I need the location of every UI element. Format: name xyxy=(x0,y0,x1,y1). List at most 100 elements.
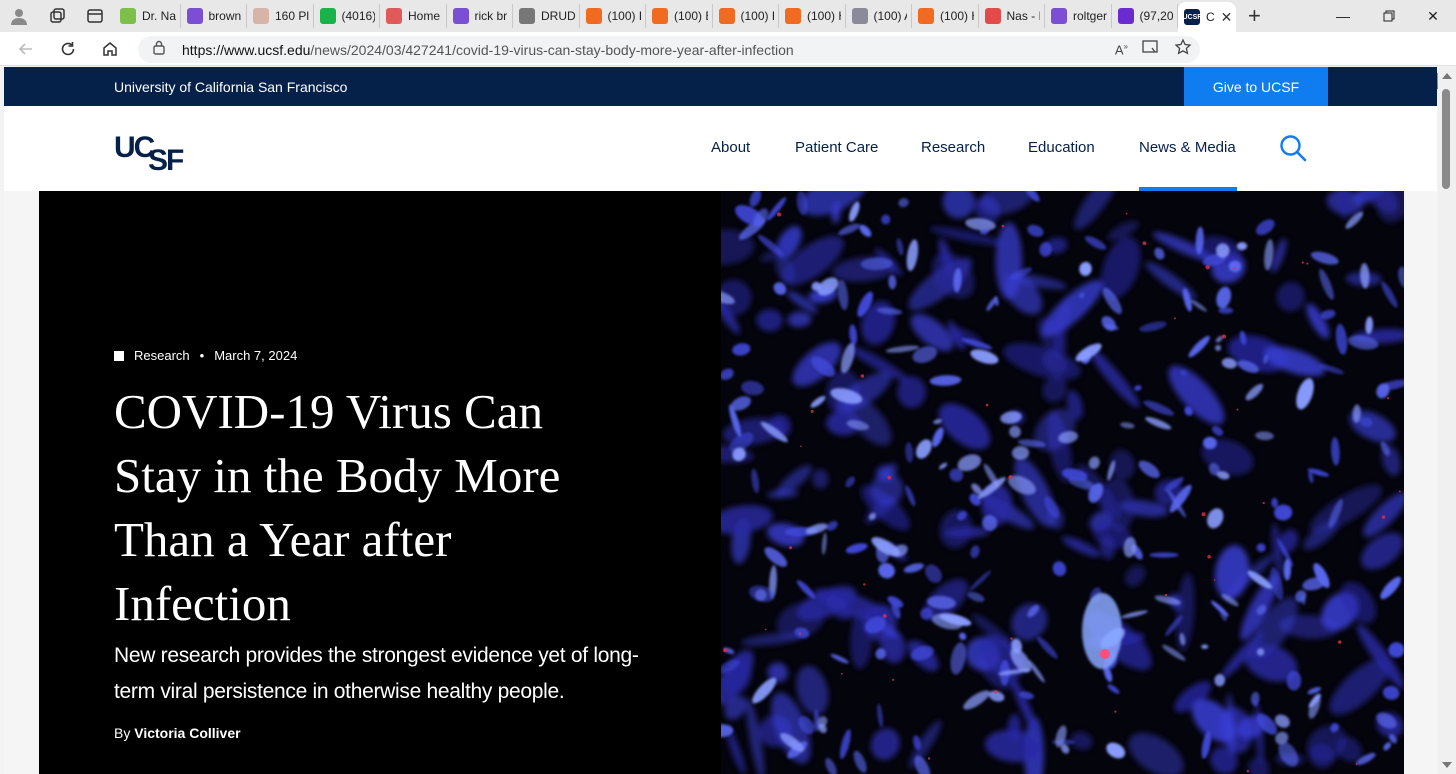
url-text: https://www.ucsf.edu/news/2024/03/427241… xyxy=(182,41,794,58)
tab-favicon-icon xyxy=(984,8,1001,24)
browser-tab[interactable]: rick br xyxy=(447,4,513,28)
tab-favicon-icon xyxy=(652,8,668,24)
tab-favicon-icon xyxy=(120,8,136,24)
tab-label: C xyxy=(1206,10,1215,24)
new-tab-button[interactable]: + xyxy=(1236,0,1272,32)
nav-news-media[interactable]: News & Media xyxy=(1139,139,1236,156)
meta-separator: • xyxy=(199,348,205,363)
tab-label: (100) A xyxy=(873,9,908,23)
article-meta: Research • March 7, 2024 xyxy=(114,348,297,363)
byline: By Victoria Colliver xyxy=(114,725,241,741)
category-square-icon xyxy=(114,350,124,361)
browser-tab[interactable]: (100) A xyxy=(846,4,912,28)
tab-label: Home xyxy=(408,9,441,23)
tab-label: (97,20 xyxy=(1139,9,1174,23)
article-date: March 7, 2024 xyxy=(214,348,298,363)
browser-tab[interactable]: (100) H xyxy=(580,4,646,28)
tab-favicon-icon xyxy=(851,8,868,24)
tab-favicon-icon xyxy=(1051,8,1067,24)
tab-label: Nas - I xyxy=(1006,9,1041,23)
browser-tab[interactable]: Home xyxy=(380,4,447,28)
nav-education[interactable]: Education xyxy=(1028,139,1095,156)
article-subtitle: New research provides the strongest evid… xyxy=(114,644,639,703)
tab-label: roltger xyxy=(1073,9,1107,23)
tab-label: rick br xyxy=(474,9,508,23)
tab-favicon-icon xyxy=(253,8,269,24)
tab-label: 160 Pl xyxy=(275,9,309,23)
browser-tab[interactable]: (100) H xyxy=(779,4,846,28)
tab-label: (4016) xyxy=(341,9,376,23)
tab-label: (100) H xyxy=(807,9,841,23)
tab-list: Dr. Na brown 160 Pl (4016) Home rick br DRUD (1… xyxy=(114,0,1178,32)
workspaces-icon[interactable] xyxy=(38,0,76,32)
tab-label: DRUD xyxy=(541,9,575,23)
utility-bar: University of California San Francisco G… xyxy=(4,67,1437,106)
byline-prefix: By xyxy=(114,725,131,741)
lock-icon[interactable] xyxy=(152,39,168,60)
article-title: COVID-19 Virus Can Stay in the Body More… xyxy=(114,384,561,631)
close-tab-icon[interactable]: ✕ xyxy=(1221,9,1233,26)
favorite-star-icon[interactable] xyxy=(1174,38,1192,61)
browser-tab[interactable]: (97,20 xyxy=(1112,4,1178,28)
tab-label: brown xyxy=(208,9,242,23)
tab-label: (100) H xyxy=(740,9,775,23)
scroll-up-icon[interactable] xyxy=(1442,73,1452,79)
tab-favicon-icon xyxy=(186,8,203,24)
browser-tab[interactable]: (100) H xyxy=(912,4,979,28)
category-link[interactable]: Research xyxy=(134,348,190,363)
back-button[interactable] xyxy=(5,32,47,66)
give-button[interactable]: Give to UCSF xyxy=(1184,67,1328,106)
browser-tab[interactable]: DRUD xyxy=(513,4,580,28)
restore-icon[interactable] xyxy=(1366,0,1412,32)
university-link[interactable]: University of California San Francisco xyxy=(114,79,347,95)
web-page: University of California San Francisco G… xyxy=(4,67,1437,774)
tab-label: (100) E xyxy=(674,9,708,23)
search-icon[interactable] xyxy=(1278,133,1308,163)
nav-research[interactable]: Research xyxy=(921,139,985,156)
tab-active[interactable]: UCSF C ✕ xyxy=(1178,2,1237,32)
tab-favicon-icon xyxy=(918,8,934,24)
minimize-icon[interactable]: — xyxy=(1320,0,1366,32)
ucsf-favicon-icon: UCSF xyxy=(1182,9,1202,25)
browser-tab[interactable]: roltger xyxy=(1045,4,1112,28)
hero-microscopy-image xyxy=(721,191,1404,774)
tab-favicon-icon xyxy=(585,8,602,24)
browser-tab[interactable]: (100) E xyxy=(646,4,713,28)
address-bar[interactable]: https://www.ucsf.edu/news/2024/03/427241… xyxy=(138,36,1200,63)
browser-tab[interactable]: (4016) xyxy=(314,4,380,28)
profile-icon[interactable] xyxy=(0,0,38,32)
tab-favicon-icon xyxy=(452,8,469,24)
tab-favicon-icon xyxy=(1117,8,1134,24)
scrollbar-thumb[interactable] xyxy=(1442,89,1450,189)
page-scrollbar[interactable] xyxy=(1438,67,1456,774)
browser-tab[interactable]: (100) H xyxy=(713,4,779,28)
immersive-reader-icon[interactable] xyxy=(1142,39,1160,60)
home-button[interactable] xyxy=(89,32,131,66)
browser-tab[interactable]: 160 Pl xyxy=(247,4,314,28)
site-header: UC SF About Patient Care Research Educat… xyxy=(4,106,1437,191)
author-name[interactable]: Victoria Colliver xyxy=(134,725,240,741)
read-aloud-icon[interactable]: A» xyxy=(1115,42,1128,57)
tab-label: (100) H xyxy=(940,9,974,23)
browser-tab[interactable]: Dr. Na xyxy=(114,4,181,28)
nav-patient-care[interactable]: Patient Care xyxy=(795,139,878,156)
browser-tab[interactable]: brown xyxy=(181,4,247,28)
tab-favicon-icon xyxy=(718,8,735,24)
tab-label: (100) H xyxy=(607,9,642,23)
hero-text-panel: Research • March 7, 2024 COVID-19 Virus … xyxy=(39,191,721,774)
tab-favicon-icon xyxy=(519,8,535,24)
scroll-down-icon[interactable] xyxy=(1442,762,1452,768)
close-window-icon[interactable]: ✕ xyxy=(1410,0,1456,32)
browser-toolbar: https://www.ucsf.edu/news/2024/03/427241… xyxy=(0,32,1456,90)
tab-favicon-icon xyxy=(386,8,402,24)
ucsf-logo[interactable]: UC SF xyxy=(114,130,194,177)
refresh-button[interactable] xyxy=(47,32,89,66)
tab-label: Dr. Na xyxy=(142,9,176,23)
svg-text:SF: SF xyxy=(148,144,184,172)
browser-tab[interactable]: Nas - I xyxy=(979,4,1045,28)
tab-actions-icon[interactable] xyxy=(76,0,114,32)
article-hero: Research • March 7, 2024 COVID-19 Virus … xyxy=(39,191,1404,774)
browser-tab-strip: Dr. Na brown 160 Pl (4016) Home rick br DRUD (1… xyxy=(0,0,1456,32)
tab-favicon-icon xyxy=(785,8,801,24)
nav-about[interactable]: About xyxy=(711,139,750,156)
